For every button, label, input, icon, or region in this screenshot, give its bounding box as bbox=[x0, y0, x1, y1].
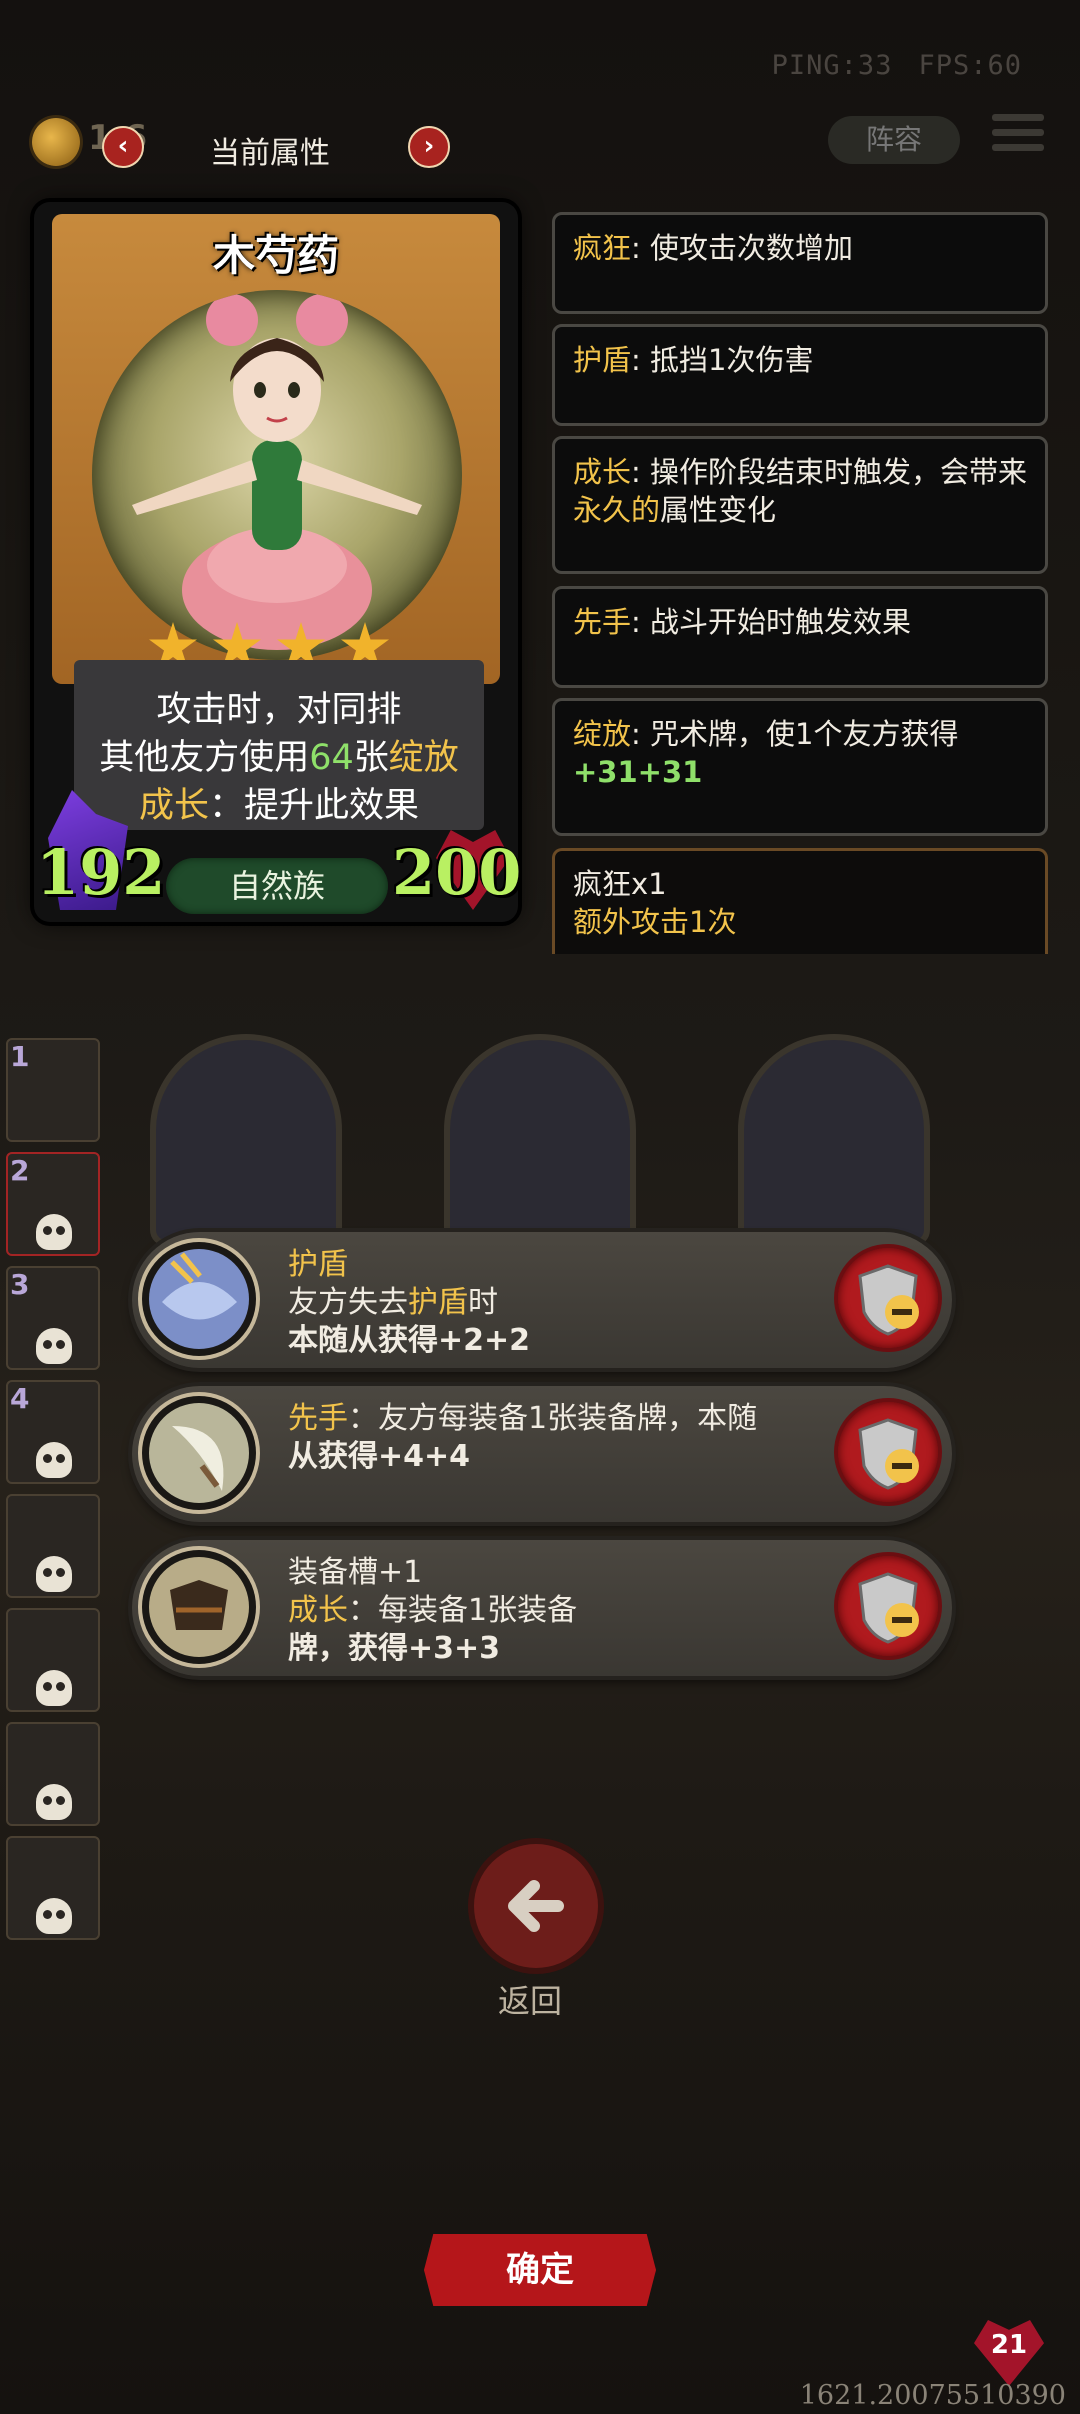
back-button[interactable] bbox=[474, 1844, 598, 1968]
menu-icon[interactable] bbox=[992, 114, 1044, 162]
keyword-panel-shield: 护盾: 抵挡1次伤害 bbox=[552, 324, 1048, 426]
skull-icon bbox=[36, 1214, 72, 1250]
skull-icon bbox=[36, 1328, 72, 1364]
card-portrait bbox=[92, 290, 462, 660]
team-button[interactable]: 阵容 bbox=[828, 116, 960, 164]
buff-panel: 疯狂x1 额外攻击1次 bbox=[552, 848, 1048, 954]
side-slot[interactable] bbox=[6, 1608, 100, 1712]
desc-line-1: 攻击时，对同排 bbox=[156, 690, 402, 730]
effect-row-first-strike: 先手：友方每装备1张装备牌，本随 从获得+4+4 bbox=[132, 1386, 952, 1522]
effect-text: 先手：友方每装备1张装备牌，本随 从获得+4+4 bbox=[288, 1401, 758, 1474]
blade-effect-icon bbox=[142, 1396, 256, 1510]
card-description: 攻击时，对同排 其他友方使用64张绽放 成长：提升此效果 bbox=[74, 660, 484, 830]
remove-shield-button[interactable] bbox=[838, 1248, 938, 1348]
keyword-panel-frenzy: 疯狂: 使攻击次数增加 bbox=[552, 212, 1048, 314]
tribe-label: 自然族 bbox=[166, 858, 388, 914]
buff-line-1: 疯狂x1 bbox=[573, 867, 667, 901]
desc-line-2: 其他友方使用64张绽放 bbox=[99, 738, 459, 778]
fps-text: FPS:60 bbox=[918, 50, 1022, 81]
attack-value: 192 bbox=[36, 836, 166, 909]
coordinate-readout: 1621.20075510390 bbox=[799, 2380, 1066, 2411]
side-slot[interactable] bbox=[6, 1722, 100, 1826]
side-slot[interactable]: 2 bbox=[6, 1152, 100, 1256]
armor-effect-icon bbox=[142, 1550, 256, 1664]
side-slot[interactable] bbox=[6, 1494, 100, 1598]
confirm-button[interactable]: 确定 bbox=[424, 2234, 656, 2306]
effect-row-equip-slot: 装备槽+1 成长：每装备1张装备 牌，获得+3+3 bbox=[132, 1540, 952, 1676]
board-slot[interactable] bbox=[744, 1040, 924, 1240]
side-slot[interactable] bbox=[6, 1836, 100, 1940]
coin-icon bbox=[32, 118, 80, 166]
perf-readout: PING:33 FPS:60 bbox=[746, 50, 1022, 81]
board-slot[interactable] bbox=[450, 1040, 630, 1240]
shield-effect-icon bbox=[142, 1242, 256, 1356]
page-title: 当前属性 bbox=[210, 136, 330, 171]
ping-text: PING:33 bbox=[771, 50, 893, 81]
board-slot[interactable] bbox=[156, 1040, 336, 1240]
hero-health-value: 21 bbox=[990, 2330, 1028, 2360]
prev-arrow-button[interactable]: ‹ bbox=[102, 126, 144, 168]
desc-line-3: 成长：提升此效果 bbox=[138, 786, 420, 826]
remove-first-strike-button[interactable] bbox=[838, 1402, 938, 1502]
skull-icon bbox=[36, 1670, 72, 1706]
side-slot[interactable]: 3 bbox=[6, 1266, 100, 1370]
remove-equip-slot-button[interactable] bbox=[838, 1556, 938, 1656]
effect-row-shield: 护盾 友方失去护盾时 本随从获得+2+2 bbox=[132, 1232, 952, 1368]
skull-icon bbox=[36, 1898, 72, 1934]
back-label: 返回 bbox=[498, 1982, 563, 2020]
buff-line-2: 额外攻击1次 bbox=[573, 905, 737, 939]
back-arrow-icon bbox=[508, 1880, 564, 1932]
keyword-panel-bloom: 绽放: 咒术牌，使1个友方获得 +31+31 bbox=[552, 698, 1048, 836]
effect-text: 护盾 友方失去护盾时 本随从获得+2+2 bbox=[288, 1247, 531, 1358]
side-slot[interactable]: 1 bbox=[6, 1038, 100, 1142]
keyword-panel-growth: 成长: 操作阶段结束时触发，会带来永久的属性变化 bbox=[552, 436, 1048, 574]
skull-icon bbox=[36, 1784, 72, 1820]
effect-text: 装备槽+1 成长：每装备1张装备 牌，获得+3+3 bbox=[288, 1555, 578, 1666]
keyword-panel-first-strike: 先手: 战斗开始时触发效果 bbox=[552, 586, 1048, 688]
card-name: 木芍药 bbox=[212, 231, 339, 280]
side-slot[interactable]: 4 bbox=[6, 1380, 100, 1484]
next-arrow-button[interactable]: › bbox=[408, 126, 450, 168]
skull-icon bbox=[36, 1556, 72, 1592]
skull-icon bbox=[36, 1442, 72, 1478]
health-value: 200 bbox=[392, 836, 522, 909]
